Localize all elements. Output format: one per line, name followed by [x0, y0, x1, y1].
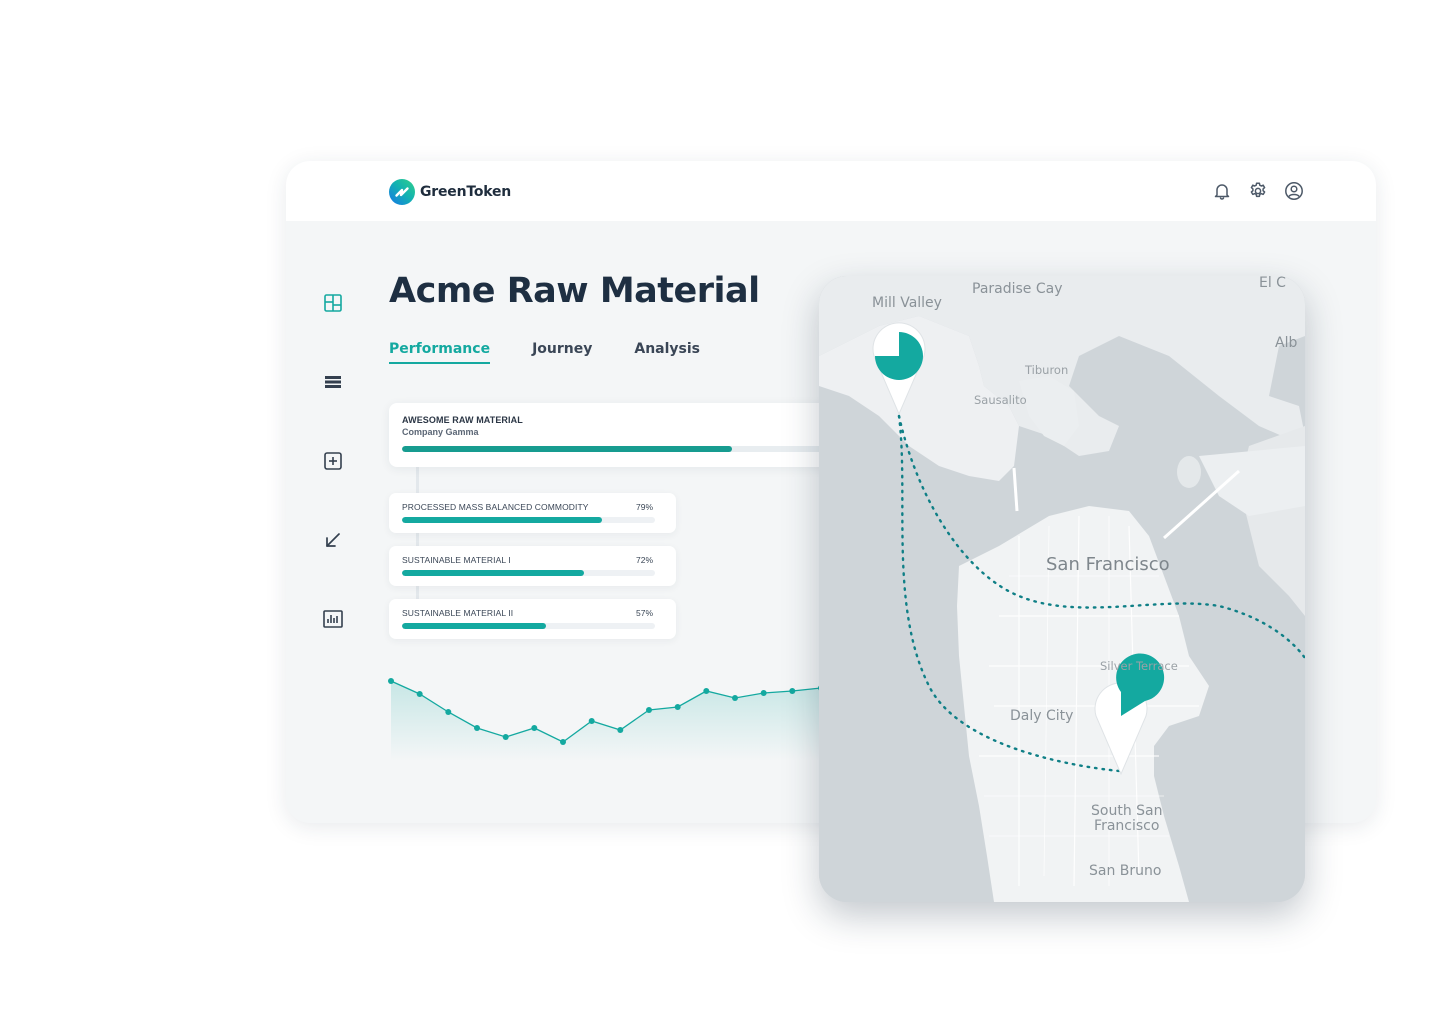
chart-point[interactable]	[531, 725, 538, 731]
component-card[interactable]: SUSTAINABLE MATERIAL II 57%	[389, 599, 676, 639]
chart-point[interactable]	[502, 734, 509, 740]
component-progress	[402, 517, 655, 523]
map-label-south-san-francisco: South San Francisco	[1091, 804, 1162, 833]
chart-point[interactable]	[445, 709, 452, 715]
map-label-san-bruno: San Bruno	[1089, 863, 1162, 879]
tab-bar: Performance Journey Analysis	[389, 341, 700, 364]
component-progress-fill	[402, 517, 602, 523]
chart-point[interactable]	[760, 690, 767, 696]
main-material-card[interactable]: AWESOME RAW MATERIAL Company Gamma	[389, 403, 849, 467]
chart-point[interactable]	[416, 691, 423, 697]
bar-chart-icon[interactable]	[319, 605, 347, 633]
map-label-sausalito: Sausalito	[974, 393, 1027, 407]
main-material-company: Company Gamma	[402, 427, 479, 437]
greentoken-logo-icon	[389, 179, 415, 205]
component-percent: 72%	[635, 555, 653, 565]
map-label-san-francisco: San Francisco	[1046, 554, 1170, 575]
gear-icon[interactable]	[1248, 181, 1268, 201]
map-label-paradise-cay: Paradise Cay	[972, 281, 1063, 297]
tab-analysis[interactable]: Analysis	[634, 341, 700, 364]
performance-chart	[388, 678, 824, 761]
chart-point[interactable]	[474, 725, 480, 731]
map-label-alb: Alb	[1275, 335, 1298, 351]
component-label: PROCESSED MASS BALANCED COMMODITY	[402, 502, 589, 512]
brand[interactable]: GreenToken	[389, 179, 511, 205]
top-bar: GreenToken	[286, 161, 1376, 221]
map-label-mill-valley: Mill Valley	[872, 295, 942, 311]
component-progress	[402, 623, 655, 629]
header-actions	[1212, 181, 1304, 201]
chart-point[interactable]	[789, 688, 796, 694]
chart-point[interactable]	[703, 688, 710, 694]
arrow-down-left-icon[interactable]	[319, 526, 347, 554]
chart-point[interactable]	[617, 727, 624, 733]
map-label-south-sf-line1: South San	[1091, 803, 1163, 819]
list-icon[interactable]	[319, 368, 347, 396]
chart-area	[391, 681, 821, 761]
map-label-south-sf-line2: Francisco	[1094, 817, 1160, 834]
chart-point[interactable]	[588, 718, 595, 724]
map-label-silver-terrace: Silver Terrace	[1100, 659, 1178, 673]
chart-point[interactable]	[732, 695, 738, 701]
component-percent: 79%	[635, 502, 653, 512]
map-label-el: El C	[1259, 276, 1286, 291]
chart-point[interactable]	[388, 678, 394, 684]
brand-name: GreenToken	[420, 184, 512, 200]
component-percent: 57%	[635, 608, 653, 618]
tab-journey[interactable]: Journey	[532, 341, 592, 364]
dashboard-icon[interactable]	[319, 289, 347, 317]
page-title: Acme Raw Material	[389, 271, 760, 311]
main-material-progress-fill	[402, 446, 732, 452]
user-circle-icon[interactable]	[1284, 181, 1304, 201]
bell-icon[interactable]	[1212, 181, 1232, 201]
component-card[interactable]: PROCESSED MASS BALANCED COMMODITY 79%	[389, 493, 676, 533]
main-material-title: AWESOME RAW MATERIAL	[402, 415, 523, 425]
map-label-daly-city: Daly City	[1010, 708, 1074, 724]
tab-performance[interactable]: Performance	[389, 341, 491, 364]
chart-point[interactable]	[560, 739, 566, 745]
journey-map[interactable]: Mill Valley Paradise Cay El C Alb Tiburo…	[819, 276, 1305, 902]
chart-point[interactable]	[646, 707, 652, 713]
chart-point[interactable]	[674, 704, 681, 710]
component-card[interactable]: SUSTAINABLE MATERIAL I 72%	[389, 546, 676, 586]
component-progress-fill	[402, 623, 547, 629]
sidebar	[319, 289, 347, 684]
component-progress	[402, 570, 655, 576]
component-progress-fill	[402, 570, 585, 576]
component-label: SUSTAINABLE MATERIAL I	[402, 555, 511, 565]
main-material-progress	[402, 446, 842, 452]
component-label: SUSTAINABLE MATERIAL II	[402, 608, 514, 618]
add-box-icon[interactable]	[319, 447, 347, 475]
map-label-tiburon: Tiburon	[1025, 363, 1069, 377]
